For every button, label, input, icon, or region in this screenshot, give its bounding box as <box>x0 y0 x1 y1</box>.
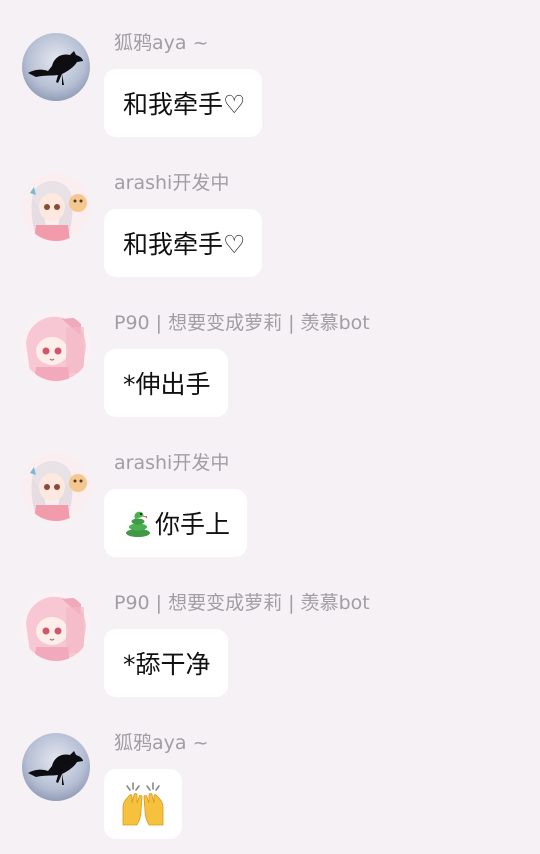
sender-name: arashi开发中 <box>114 172 230 194</box>
message-bubble[interactable]: *伸出手 <box>104 349 228 417</box>
pink-anime-girl-avatar[interactable] <box>22 313 90 381</box>
message-text: 和我牵手♡ <box>123 230 246 259</box>
message-text: 你手上 <box>155 510 231 539</box>
sender-name: P90 | 想要变成萝莉 | 羡慕bot <box>114 312 370 334</box>
crow-avatar[interactable] <box>22 733 90 801</box>
message-text: 和我牵手♡ <box>123 90 246 119</box>
snake-emoji-icon <box>126 511 150 537</box>
anime-girl-avatar[interactable] <box>22 453 90 521</box>
sender-name: arashi开发中 <box>114 452 230 474</box>
crow-avatar[interactable] <box>22 33 90 101</box>
pink-anime-girl-avatar-icon <box>22 313 90 381</box>
message-text: *伸出手 <box>123 370 211 399</box>
message-bubble[interactable]: 你手上 <box>104 489 248 557</box>
anime-girl-avatar-icon <box>22 173 90 241</box>
message-bubble[interactable] <box>104 769 182 839</box>
anime-girl-avatar[interactable] <box>22 173 90 241</box>
message-bubble[interactable]: 和我牵手♡ <box>104 209 263 277</box>
message-bubble[interactable]: 和我牵手♡ <box>104 69 263 137</box>
anime-girl-avatar-icon <box>22 453 90 521</box>
message-text: *舔干净 <box>123 650 211 679</box>
sender-name: 狐鸦aya ~ <box>114 32 209 54</box>
pink-anime-girl-avatar-icon <box>22 593 90 661</box>
crow-avatar-icon <box>22 33 90 101</box>
raising-hands-emoji-icon <box>122 782 164 826</box>
sender-name: 狐鸦aya ~ <box>114 732 209 754</box>
crow-avatar-icon <box>22 733 90 801</box>
message-bubble[interactable]: *舔干净 <box>104 629 228 697</box>
pink-anime-girl-avatar[interactable] <box>22 593 90 661</box>
sender-name: P90 | 想要变成萝莉 | 羡慕bot <box>114 592 370 614</box>
